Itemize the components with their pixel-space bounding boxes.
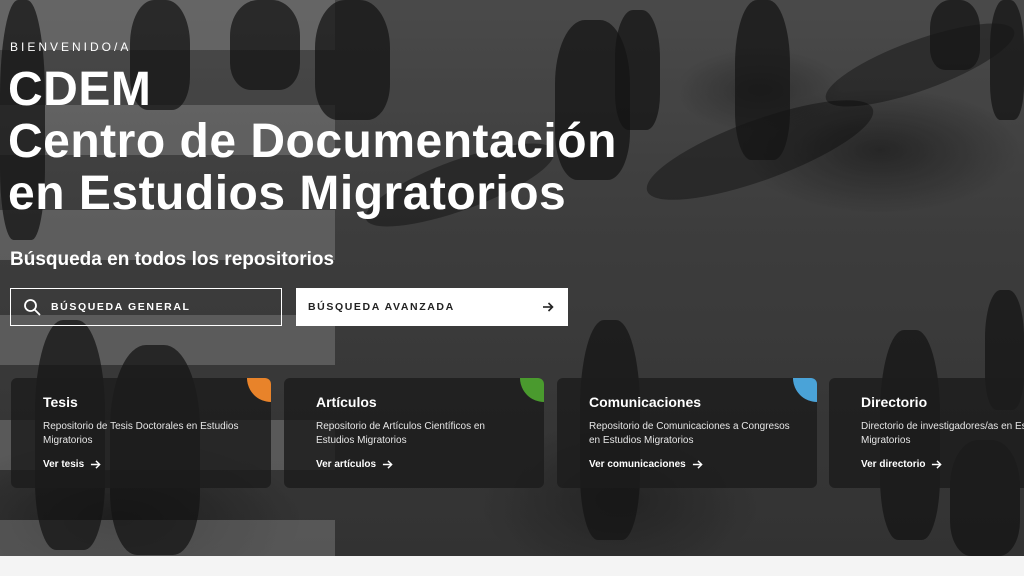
- card-link-label: Ver tesis: [43, 459, 85, 470]
- arrow-right-icon: [91, 460, 101, 469]
- advanced-search-button[interactable]: BÚSQUEDA AVANZADA: [296, 288, 568, 326]
- card-link[interactable]: Ver tesis: [43, 459, 101, 470]
- search-icon: [24, 299, 41, 316]
- card-title: Artículos: [316, 394, 377, 410]
- card-link[interactable]: Ver directorio: [861, 459, 943, 470]
- card-link-label: Ver comunicaciones: [589, 459, 686, 470]
- card-link-label: Ver artículos: [316, 459, 377, 470]
- card-title: Directorio: [861, 394, 928, 410]
- card-link-label: Ver directorio: [861, 459, 926, 470]
- card-title: Comunicaciones: [589, 394, 702, 410]
- card-description: Repositorio de Artículos Científicos en …: [316, 421, 485, 446]
- card-directorio[interactable]: Directorio Directorio de investigadores/…: [829, 378, 1024, 488]
- title-line-name: Centro de Documentación: [8, 115, 617, 168]
- card-comunicaciones[interactable]: Comunicaciones Repositorio de Comunicaci…: [557, 378, 817, 488]
- arrow-right-icon: [382, 460, 393, 469]
- general-search-button[interactable]: BÚSQUEDA GENERAL: [10, 288, 282, 326]
- page-title: CDEM Centro de Documentación en Estudios…: [8, 64, 617, 220]
- card-description: Repositorio de Comunicaciones a Congreso…: [589, 421, 790, 446]
- card-description: Directorio de investigadores/as en Estud…: [861, 421, 1024, 446]
- hero-section: BIENVENIDO/A CDEM Centro de Documentació…: [0, 0, 1024, 556]
- welcome-eyebrow: BIENVENIDO/A: [10, 40, 132, 54]
- arrow-right-icon: [543, 302, 554, 312]
- card-articulos[interactable]: Artículos Repositorio de Artículos Cient…: [284, 378, 544, 488]
- arrow-right-icon: [932, 460, 943, 469]
- card-title: Tesis: [43, 394, 78, 410]
- general-search-label: BÚSQUEDA GENERAL: [51, 301, 191, 313]
- search-subtitle: Búsqueda en todos los repositorios: [10, 249, 335, 270]
- advanced-search-label: BÚSQUEDA AVANZADA: [308, 301, 455, 313]
- title-line-acronym: CDEM: [8, 63, 152, 116]
- card-description: Repositorio de Tesis Doctorales en Estud…: [43, 421, 239, 446]
- title-line-name-cont: en Estudios Migratorios: [8, 167, 567, 220]
- card-link[interactable]: Ver artículos: [316, 459, 393, 470]
- card-tesis[interactable]: Tesis Repositorio de Tesis Doctorales en…: [11, 378, 271, 488]
- arrow-right-icon: [692, 460, 703, 469]
- card-link[interactable]: Ver comunicaciones: [589, 459, 703, 470]
- page-bottom-band: [0, 556, 1024, 576]
